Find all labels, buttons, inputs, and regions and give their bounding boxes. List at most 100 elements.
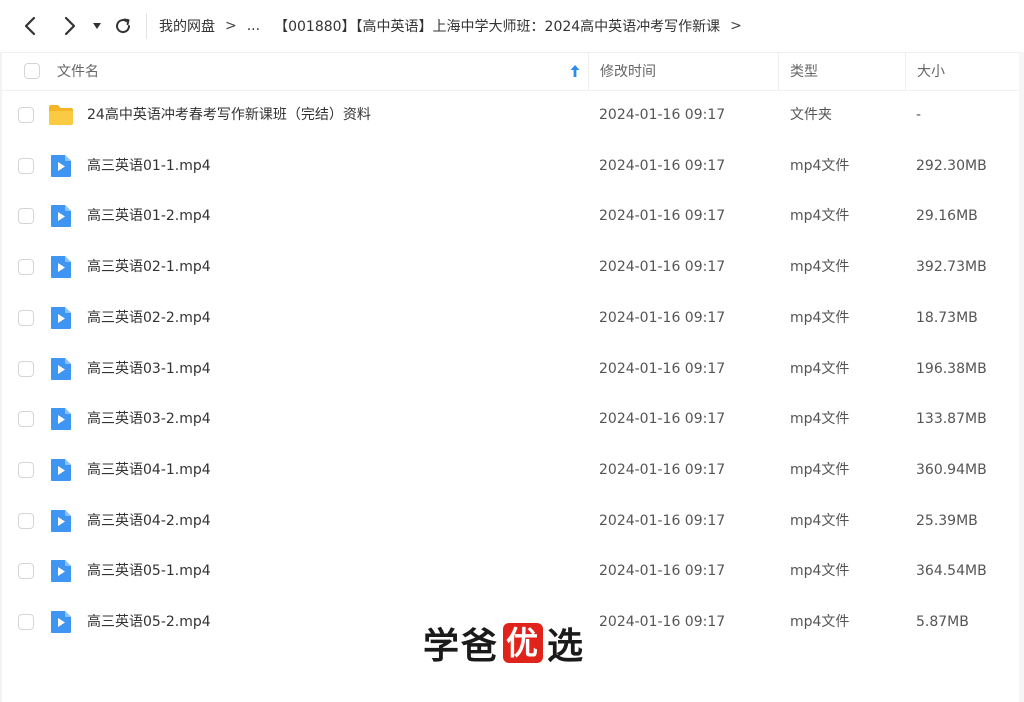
table-row[interactable]: 高三英语03-1.mp4 2024-01-16 09:17 mp4文件 196.38M… [0, 344, 1024, 394]
caret-down-icon [93, 23, 101, 29]
file-modified-time: 2024-01-16 09:17 [599, 461, 726, 478]
file-size: 360.94MB [916, 461, 987, 478]
file-modified-time: 2024-01-16 09:17 [599, 563, 726, 580]
file-size: 292.30MB [916, 157, 987, 174]
video-file-icon [48, 508, 74, 534]
video-file-icon [48, 558, 74, 584]
file-name[interactable]: 高三英语04-1.mp4 [87, 445, 211, 495]
chevron-right-icon [64, 16, 76, 36]
file-name[interactable]: 高三英语02-2.mp4 [87, 293, 211, 343]
file-modified-time: 2024-01-16 09:17 [599, 512, 726, 529]
file-name[interactable]: 高三英语03-1.mp4 [87, 344, 211, 394]
column-header-modified[interactable]: 修改时间 [600, 52, 656, 90]
table-row[interactable]: 24高中英语冲考春考写作新课班（完结）资料 2024-01-16 09:17 文件夹… [0, 90, 1024, 140]
file-name[interactable]: 高三英语05-1.mp4 [87, 546, 211, 596]
column-divider [778, 52, 779, 90]
row-checkbox[interactable] [18, 461, 34, 478]
watermark-stamp: 优 [503, 623, 544, 663]
row-checkbox[interactable] [18, 309, 34, 326]
select-all-checkbox[interactable] [24, 63, 40, 79]
file-size: 196.38MB [916, 360, 987, 377]
file-type: mp4文件 [790, 157, 850, 174]
file-modified-time: 2024-01-16 09:17 [599, 107, 726, 123]
file-name[interactable]: 高三英语05-2.mp4 [87, 597, 211, 647]
file-modified-time: 2024-01-16 09:17 [599, 208, 726, 225]
column-divider [905, 52, 906, 90]
history-dropdown-button[interactable] [88, 6, 106, 46]
video-file-icon [48, 203, 74, 229]
table-row[interactable]: 高三英语02-1.mp4 2024-01-16 09:17 mp4文件 392.73M… [0, 242, 1024, 292]
toolbar: 我的网盘 > ... 【001880】【高中英语】上海中学大师班：2024高中英… [0, 0, 1024, 53]
table-row[interactable]: 高三英语05-1.mp4 2024-01-16 09:17 mp4文件 364.54M… [0, 546, 1024, 596]
vertical-scrollbar[interactable] [1019, 52, 1024, 702]
watermark-text-2: 选 [547, 625, 586, 667]
file-name[interactable]: 高三英语01-1.mp4 [87, 141, 211, 191]
arrow-up-icon[interactable] [569, 64, 581, 78]
column-header-name[interactable]: 文件名 [57, 52, 99, 90]
file-modified-time: 2024-01-16 09:17 [599, 157, 726, 174]
column-header-size[interactable]: 大小 [917, 52, 945, 90]
column-header-type[interactable]: 类型 [790, 52, 818, 90]
file-type: mp4文件 [790, 360, 850, 377]
file-size: 18.73MB [916, 309, 978, 326]
file-type: mp4文件 [790, 309, 850, 326]
breadcrumb: 我的网盘 > ... 【001880】【高中英语】上海中学大师班：2024高中英… [159, 16, 752, 36]
refresh-icon [116, 18, 131, 34]
file-modified-time: 2024-01-16 09:17 [599, 360, 726, 377]
file-name[interactable]: 高三英语03-2.mp4 [87, 394, 211, 444]
row-checkbox[interactable] [18, 512, 34, 529]
file-name[interactable]: 24高中英语冲考春考写作新课班（完结）资料 [87, 90, 371, 140]
table-row[interactable]: 高三英语02-2.mp4 2024-01-16 09:17 mp4文件 18.73MB [0, 293, 1024, 343]
file-modified-time: 2024-01-16 09:17 [599, 614, 726, 630]
file-name[interactable]: 高三英语01-2.mp4 [87, 191, 211, 241]
row-checkbox[interactable] [18, 411, 34, 428]
file-size: 392.73MB [916, 259, 987, 276]
file-type: 文件夹 [790, 107, 832, 123]
back-button[interactable] [14, 6, 46, 46]
folder-icon [48, 102, 74, 128]
row-checkbox[interactable] [18, 360, 34, 377]
breadcrumb-separator-icon: > [730, 18, 742, 34]
file-name[interactable]: 高三英语04-2.mp4 [87, 496, 211, 546]
row-checkbox[interactable] [18, 157, 34, 174]
breadcrumb-ellipsis[interactable]: ... [247, 18, 260, 34]
video-file-icon [48, 153, 74, 179]
file-name[interactable]: 高三英语02-1.mp4 [87, 242, 211, 292]
breadcrumb-root[interactable]: 我的网盘 [159, 16, 215, 36]
toolbar-divider [146, 13, 147, 39]
file-size: 133.87MB [916, 411, 987, 428]
table-row[interactable]: 高三英语01-1.mp4 2024-01-16 09:17 mp4文件 292.30M… [0, 141, 1024, 191]
file-modified-time: 2024-01-16 09:17 [599, 309, 726, 326]
file-modified-time: 2024-01-16 09:17 [599, 411, 726, 428]
file-size: 25.39MB [916, 512, 978, 529]
file-type: mp4文件 [790, 411, 850, 428]
file-size: 364.54MB [916, 563, 987, 580]
table-row[interactable]: 高三英语04-2.mp4 2024-01-16 09:17 mp4文件 25.39MB [0, 496, 1024, 546]
row-checkbox[interactable] [18, 208, 34, 225]
select-all-cell [24, 52, 40, 90]
file-size: - [916, 107, 922, 123]
breadcrumb-current[interactable]: 【001880】【高中英语】上海中学大师班：2024高中英语冲考写作新课 [274, 16, 720, 36]
table-row[interactable]: 高三英语03-2.mp4 2024-01-16 09:17 mp4文件 133.87M… [0, 394, 1024, 444]
forward-button[interactable] [54, 6, 86, 46]
table-row[interactable]: 高三英语04-1.mp4 2024-01-16 09:17 mp4文件 360.94M… [0, 445, 1024, 495]
chevron-left-icon [24, 16, 36, 36]
row-checkbox[interactable] [18, 563, 34, 580]
file-type: mp4文件 [790, 461, 850, 478]
file-size: 5.87MB [916, 614, 969, 630]
video-file-icon [48, 609, 74, 635]
watermark-logo: 学爸 优 选 [423, 620, 586, 667]
row-checkbox[interactable] [18, 259, 34, 276]
refresh-button[interactable] [110, 6, 136, 46]
column-divider [588, 52, 589, 90]
table-row[interactable]: 高三英语01-2.mp4 2024-01-16 09:17 mp4文件 29.16MB [0, 191, 1024, 241]
file-type: mp4文件 [790, 512, 850, 529]
file-type: mp4文件 [790, 259, 850, 276]
row-checkbox[interactable] [18, 107, 34, 123]
breadcrumb-separator-icon: > [225, 18, 237, 34]
video-file-icon [48, 356, 74, 382]
video-file-icon [48, 305, 74, 331]
file-type: mp4文件 [790, 614, 850, 630]
row-checkbox[interactable] [18, 614, 34, 630]
file-type: mp4文件 [790, 563, 850, 580]
